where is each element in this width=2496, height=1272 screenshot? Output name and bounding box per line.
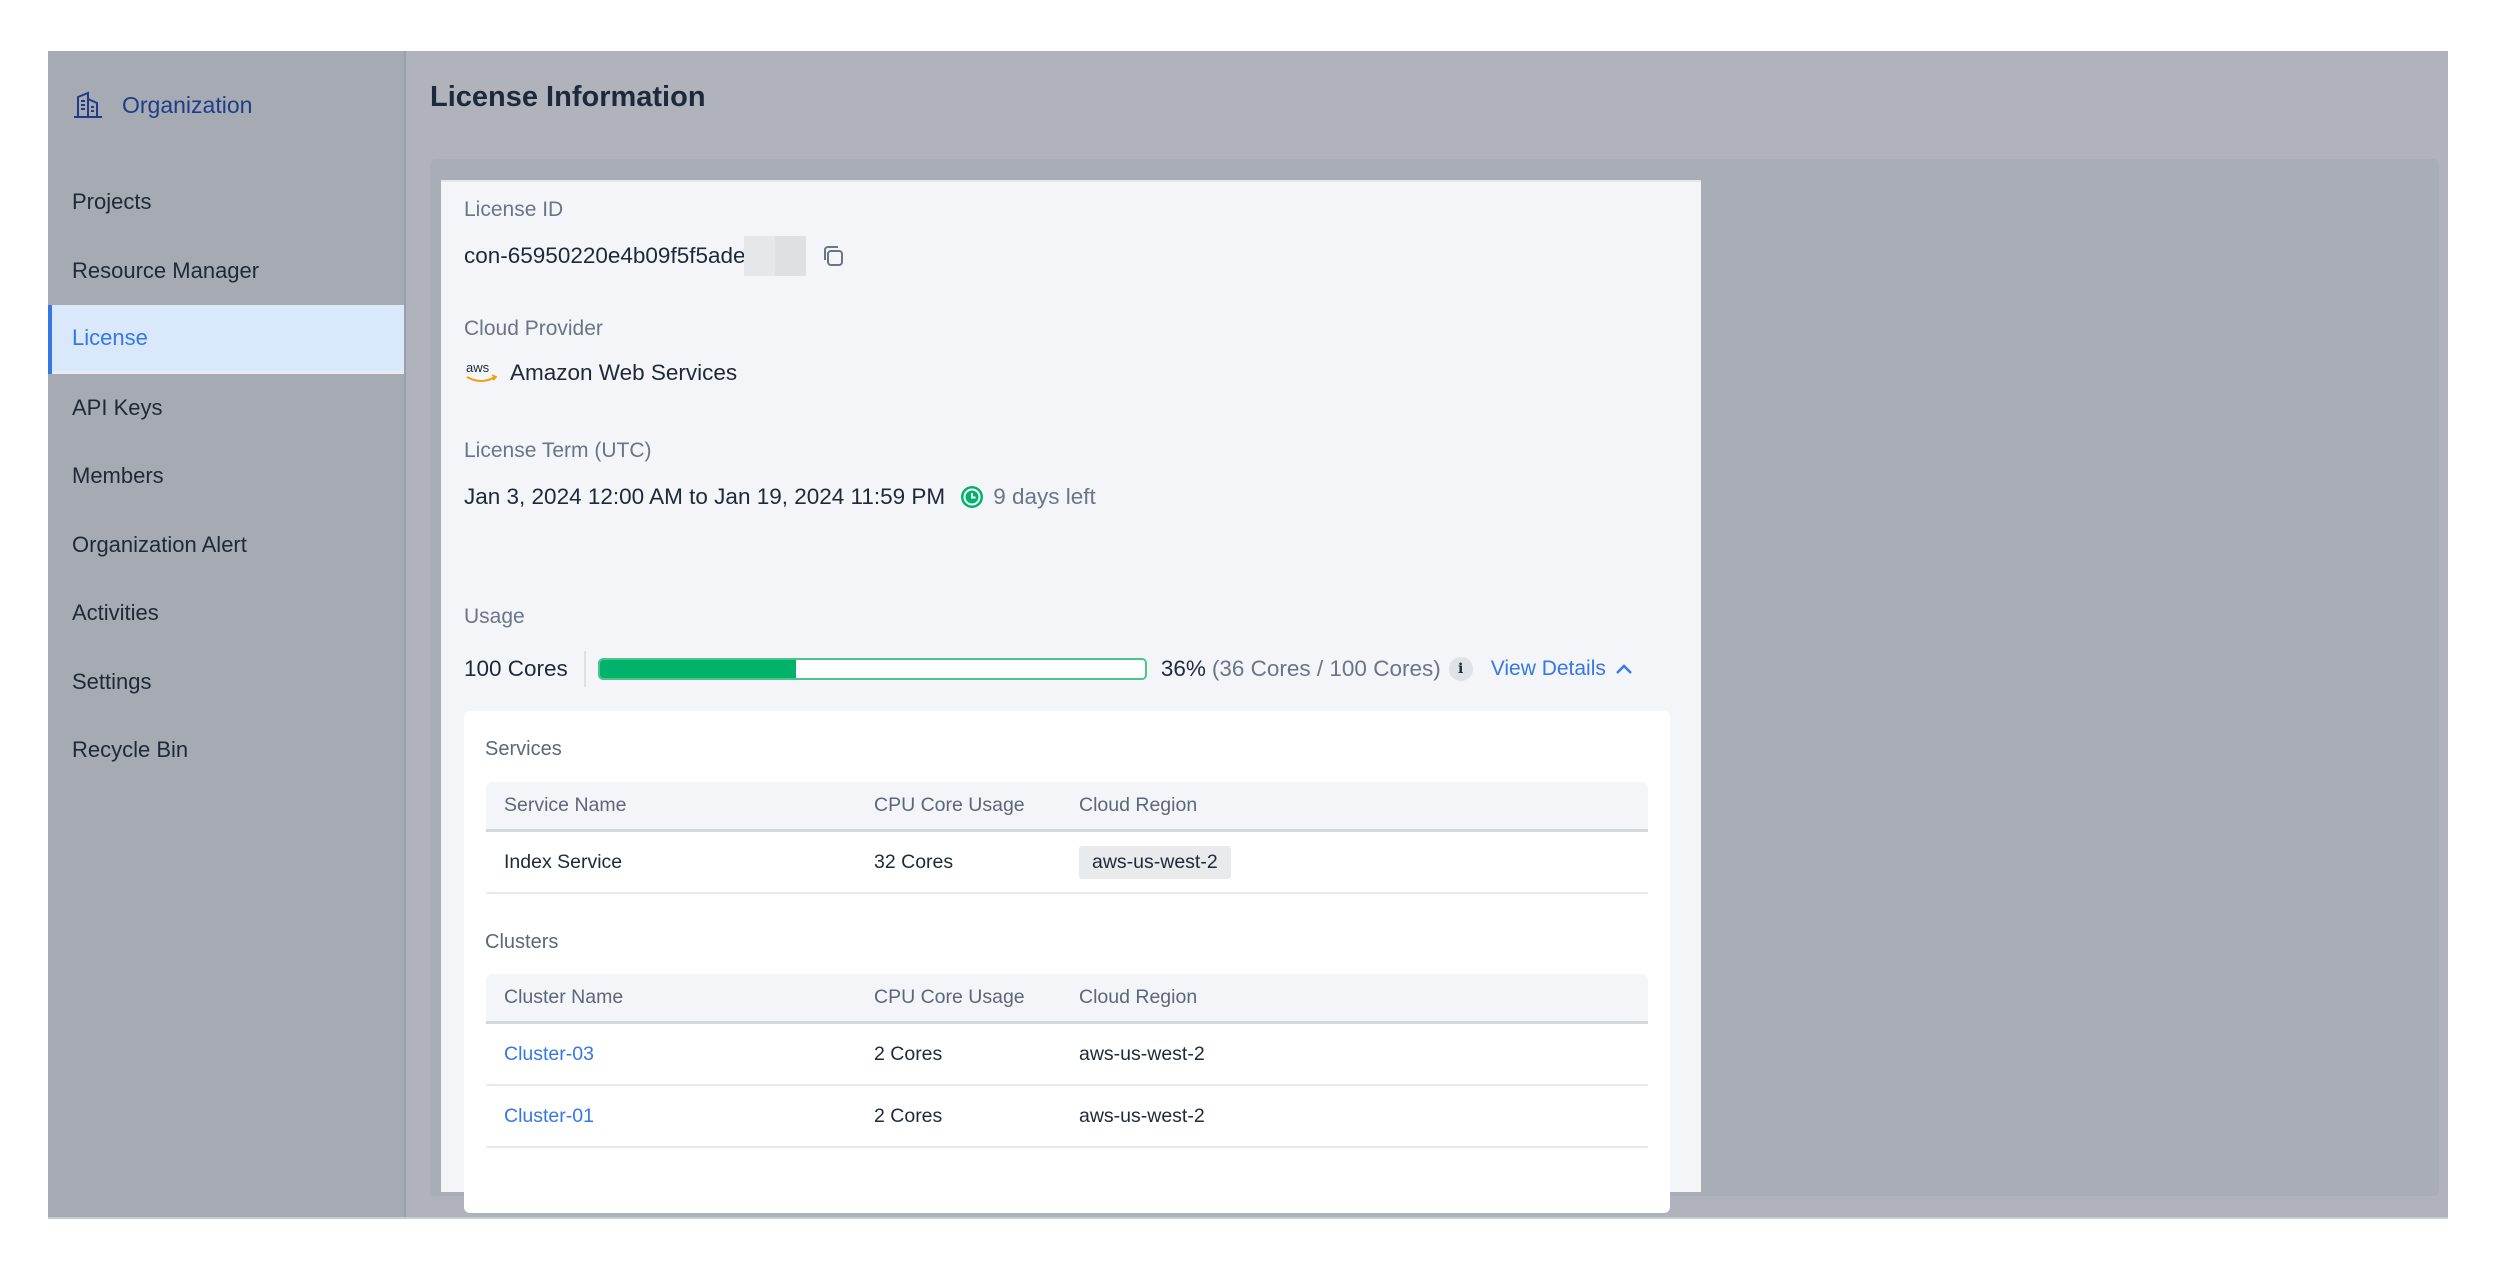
license-id-label: License ID bbox=[464, 198, 564, 221]
sidebar-item-members[interactable]: Members bbox=[48, 442, 404, 511]
aws-logo-text: aws bbox=[466, 360, 490, 375]
service-name: Index Service bbox=[504, 850, 623, 873]
cores-total: 100 Cores bbox=[464, 656, 568, 681]
license-id-value: con-65950220e4b09f5f5ade bbox=[464, 243, 746, 268]
usage-row: 100 Cores 36% (36 Cores / 100 Cores) i V… bbox=[464, 651, 1704, 687]
page-title: License Information bbox=[430, 81, 706, 113]
license-id-row: con-65950220e4b09f5f5ade bbox=[464, 236, 846, 276]
column-header: CPU Core Usage bbox=[874, 794, 1025, 816]
usage-details-panel: Services Service Name CPU Core Usage Clo… bbox=[464, 711, 1670, 1213]
services-table: Service Name CPU Core Usage Cloud Region… bbox=[486, 782, 1648, 894]
aws-logo-icon: aws bbox=[466, 360, 498, 382]
cluster-usage: 2 Cores bbox=[874, 1042, 943, 1065]
sidebar-item-resource-manager[interactable]: Resource Manager bbox=[48, 237, 404, 306]
sidebar-item-license[interactable]: License bbox=[48, 305, 404, 374]
redacted-block bbox=[743, 236, 806, 276]
column-header: CPU Core Usage bbox=[874, 986, 1025, 1008]
sidebar-nav: Projects Resource Manager License API Ke… bbox=[48, 168, 404, 785]
cloud-provider-value: Amazon Web Services bbox=[510, 360, 738, 385]
days-left-badge: 9 days left bbox=[993, 484, 1096, 509]
sidebar-item-activities[interactable]: Activities bbox=[48, 579, 404, 648]
clusters-title: Clusters bbox=[485, 931, 559, 953]
clusters-table: Cluster Name CPU Core Usage Cloud Region… bbox=[486, 974, 1648, 1148]
cluster-region: aws-us-west-2 bbox=[1079, 1042, 1205, 1065]
usage-progress-fill bbox=[599, 660, 796, 678]
services-title: Services bbox=[485, 738, 562, 760]
license-term-value: Jan 3, 2024 12:00 AM to Jan 19, 2024 11:… bbox=[464, 484, 946, 509]
clock-icon bbox=[961, 486, 984, 508]
view-details-label: View Details bbox=[1490, 657, 1606, 680]
copy-icon[interactable] bbox=[820, 243, 846, 269]
table-row: Index Service 32 Cores aws-us-west-2 bbox=[486, 832, 1648, 894]
chevron-up-icon bbox=[1616, 664, 1632, 674]
sidebar-item-recycle-bin[interactable]: Recycle Bin bbox=[48, 716, 404, 785]
sidebar-item-organization-alert[interactable]: Organization Alert bbox=[48, 511, 404, 580]
cloud-provider-label: Cloud Provider bbox=[464, 317, 603, 340]
usage-progress-bar bbox=[597, 658, 1147, 680]
cluster-region: aws-us-west-2 bbox=[1079, 1104, 1205, 1127]
sidebar-item-projects[interactable]: Projects bbox=[48, 168, 404, 237]
sidebar-item-settings[interactable]: Settings bbox=[48, 648, 404, 717]
app-window: Organization Projects Resource Manager L… bbox=[48, 51, 2448, 1219]
table-header: Cluster Name CPU Core Usage Cloud Region bbox=[486, 974, 1648, 1024]
org-title: Organization bbox=[122, 91, 253, 118]
usage-label: Usage bbox=[464, 605, 525, 628]
usage-detail: (36 Cores / 100 Cores) bbox=[1211, 656, 1441, 681]
view-details-link[interactable]: View Details bbox=[1491, 657, 1634, 681]
column-header: Cloud Region bbox=[1079, 794, 1198, 816]
cloud-provider-row: aws Amazon Web Services bbox=[464, 353, 737, 393]
column-header: Service Name bbox=[504, 794, 627, 816]
region-tag: aws-us-west-2 bbox=[1079, 845, 1231, 879]
column-header: Cluster Name bbox=[504, 986, 624, 1008]
info-icon[interactable]: i bbox=[1448, 657, 1473, 681]
org-header[interactable]: Organization bbox=[72, 87, 252, 123]
license-card: License ID con-65950220e4b09f5f5ade Clou… bbox=[441, 180, 1704, 1213]
cluster-link[interactable]: Cluster-01 bbox=[486, 1105, 874, 1128]
column-header: Cloud Region bbox=[1079, 986, 1198, 1008]
license-term-row: Jan 3, 2024 12:00 AM to Jan 19, 2024 11:… bbox=[464, 479, 1096, 515]
cluster-link[interactable]: Cluster-03 bbox=[486, 1043, 874, 1066]
divider bbox=[583, 651, 586, 687]
table-row: Cluster-03 2 Cores aws-us-west-2 bbox=[486, 1024, 1648, 1086]
license-term-label: License Term (UTC) bbox=[464, 439, 652, 462]
cluster-usage: 2 Cores bbox=[874, 1104, 943, 1127]
table-header: Service Name CPU Core Usage Cloud Region bbox=[486, 782, 1648, 832]
sidebar: Organization Projects Resource Manager L… bbox=[48, 51, 406, 1217]
service-usage: 32 Cores bbox=[874, 850, 954, 873]
usage-percent: 36% bbox=[1160, 656, 1206, 681]
table-row: Cluster-01 2 Cores aws-us-west-2 bbox=[486, 1086, 1648, 1148]
building-icon bbox=[74, 91, 102, 118]
sidebar-item-api-keys[interactable]: API Keys bbox=[48, 374, 404, 443]
service-region-cell: aws-us-west-2 bbox=[1079, 845, 1648, 879]
